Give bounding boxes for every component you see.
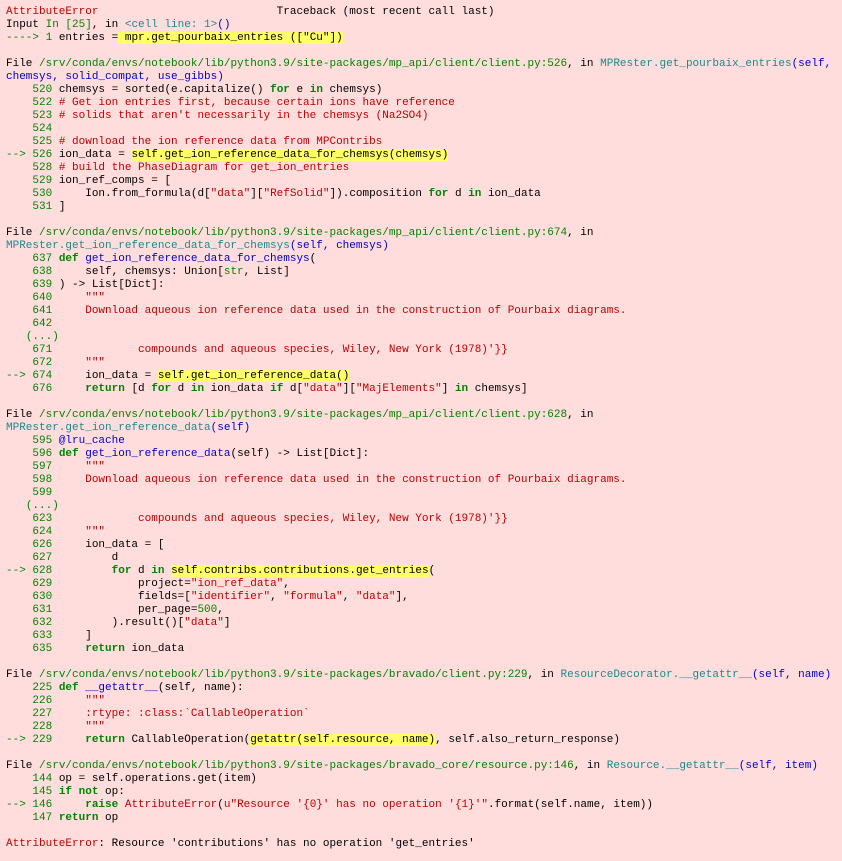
final-error-message: : Resource 'contributions' has no operat… [98,838,474,850]
frame-file: File [6,58,39,70]
current-frame-arrow: ----> 1 [6,32,52,44]
error-name: AttributeError [6,6,98,18]
frame-file: File [6,669,39,681]
final-error-name: AttributeError [6,838,98,850]
frame-file: File [6,409,39,421]
input-cell-number: In [25] [46,19,92,31]
traceback-output: AttributeError Traceback (most recent ca… [6,6,836,851]
frame-file: File [6,760,39,772]
frame-file: File [6,227,39,239]
